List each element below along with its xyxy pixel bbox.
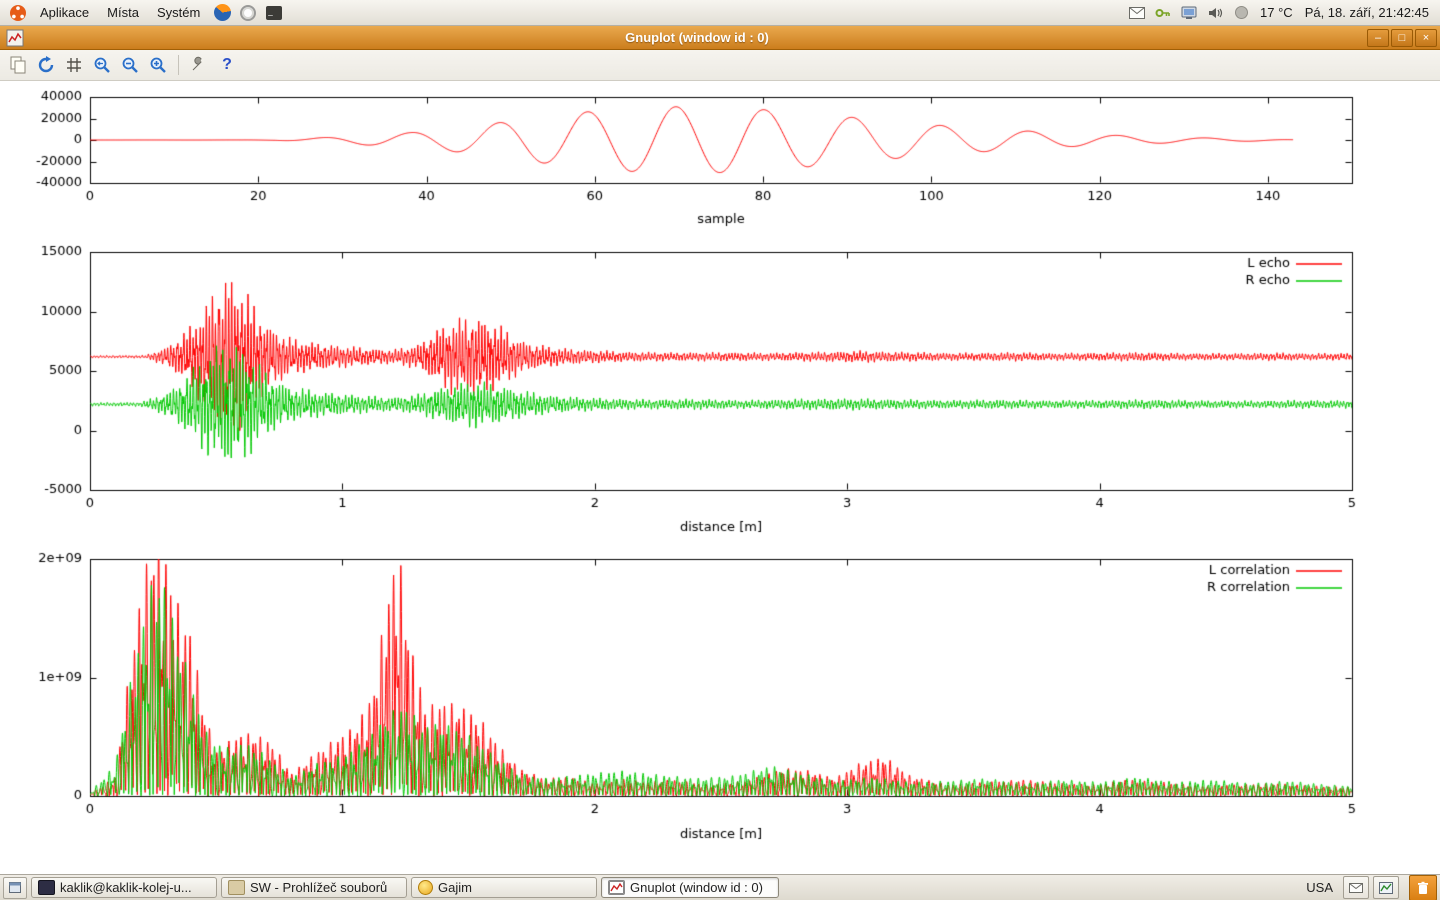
replot-button[interactable]	[34, 53, 58, 77]
gajim-task-icon	[418, 880, 433, 895]
task-label: Gnuplot (window id : 0)	[630, 880, 763, 895]
menu-system[interactable]: Systém	[149, 2, 208, 23]
display-tray-icon[interactable]	[1180, 4, 1198, 22]
configure-button[interactable]	[187, 53, 211, 77]
question-mark-icon: ?	[222, 56, 232, 74]
zoom-previous-button[interactable]	[90, 53, 114, 77]
task-label: SW - Prohlížeč souborů	[250, 880, 387, 895]
ubuntu-menu-icon[interactable]	[9, 4, 27, 22]
keyring-tray-icon[interactable]	[1154, 4, 1172, 22]
speaker-icon	[1207, 6, 1223, 20]
gnuplot-task-icon	[608, 880, 625, 895]
monitor-icon	[1181, 6, 1197, 20]
gnome-top-panel: Aplikace Místa Systém _ 17 °C Pá, 18. zá…	[0, 0, 1440, 26]
mail-notifier-tray[interactable]	[1343, 876, 1369, 899]
chart-applet-icon	[1379, 882, 1393, 894]
menu-applications[interactable]: Aplikace	[32, 2, 97, 23]
grid-icon	[65, 56, 83, 74]
ubuntu-logo-icon	[10, 5, 26, 21]
help-launcher-icon[interactable]	[239, 4, 257, 22]
desktop: Aplikace Místa Systém _ 17 °C Pá, 18. zá…	[0, 0, 1440, 900]
close-button[interactable]: ×	[1415, 29, 1437, 47]
trash-icon	[1417, 881, 1429, 895]
key-icon	[1155, 7, 1171, 19]
zoom-previous-icon	[93, 56, 111, 74]
chart-correlation[interactable]	[0, 541, 1440, 851]
chart-echo-signals[interactable]	[0, 231, 1440, 541]
trash-button[interactable]	[1409, 875, 1437, 900]
show-desktop-icon	[9, 882, 21, 893]
task-button-gajim[interactable]: Gajim	[411, 877, 597, 898]
terminal-task-icon	[38, 880, 55, 895]
copy-icon	[9, 56, 27, 74]
task-button-file-browser[interactable]: SW - Prohlížeč souborů	[221, 877, 407, 898]
volume-tray-icon[interactable]	[1206, 4, 1224, 22]
wrench-icon	[190, 56, 208, 74]
plot-area	[0, 81, 1440, 875]
applet-tray[interactable]	[1373, 876, 1399, 899]
minimize-button[interactable]: –	[1367, 29, 1389, 47]
firefox-launcher-icon[interactable]	[213, 4, 231, 22]
help-button[interactable]: ?	[215, 53, 239, 77]
envelope-icon	[1129, 7, 1145, 19]
keyboard-layout-indicator[interactable]: USA	[1300, 880, 1339, 895]
window-title: Gnuplot (window id : 0)	[27, 30, 1367, 45]
zoom-out-button[interactable]	[118, 53, 142, 77]
maximize-button[interactable]: □	[1391, 29, 1413, 47]
toggle-grid-button[interactable]	[62, 53, 86, 77]
terminal-icon: _	[266, 6, 282, 20]
temperature-label[interactable]: 17 °C	[1255, 5, 1298, 20]
menu-places[interactable]: Místa	[99, 2, 147, 23]
taskbar: kaklik@kaklik-kolej-u... SW - Prohlížeč …	[0, 874, 1440, 900]
titlebar[interactable]: Gnuplot (window id : 0) – □ ×	[0, 26, 1440, 50]
show-desktop-button[interactable]	[3, 877, 27, 899]
task-button-terminal[interactable]: kaklik@kaklik-kolej-u...	[31, 877, 217, 898]
gnuplot-window-icon	[6, 29, 24, 47]
file-browser-task-icon	[228, 880, 245, 895]
zoom-in-button[interactable]	[146, 53, 170, 77]
terminal-launcher-icon[interactable]: _	[265, 4, 283, 22]
task-button-gnuplot[interactable]: Gnuplot (window id : 0)	[601, 877, 779, 898]
task-label: kaklik@kaklik-kolej-u...	[60, 880, 192, 895]
weather-applet-icon[interactable]	[1232, 4, 1250, 22]
firefox-icon	[214, 4, 231, 21]
mail-tray-icon[interactable]	[1128, 4, 1146, 22]
zoom-in-icon	[149, 56, 167, 74]
help-icon	[240, 5, 256, 21]
task-label: Gajim	[438, 880, 472, 895]
toolbar-separator	[178, 55, 179, 75]
envelope-icon	[1349, 883, 1363, 893]
chart-sample-waveform[interactable]	[0, 81, 1440, 231]
zoom-out-icon	[121, 56, 139, 74]
gnuplot-window: Gnuplot (window id : 0) – □ ×	[0, 26, 1440, 874]
plot-toolbar: ?	[0, 50, 1440, 81]
window-controls: – □ ×	[1367, 29, 1437, 47]
clock-label[interactable]: Pá, 18. září, 21:42:45	[1300, 5, 1434, 20]
copy-to-clipboard-button[interactable]	[6, 53, 30, 77]
refresh-icon	[37, 56, 55, 74]
moon-icon	[1235, 6, 1248, 19]
